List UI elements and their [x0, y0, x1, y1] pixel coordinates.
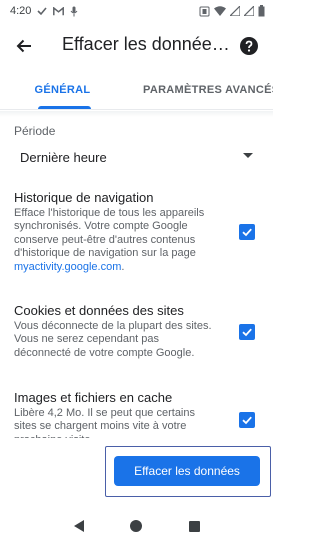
- help-icon: [240, 37, 258, 55]
- browsing-history-checkbox[interactable]: [239, 224, 255, 240]
- option-title: Cookies et données des sites: [14, 303, 184, 318]
- signal-icon: [230, 6, 240, 16]
- option-description: Libère 4,2 Mo. Il se peut que certains s…: [14, 407, 195, 438]
- option-browsing-history[interactable]: Historique de navigation Efface l'histor…: [14, 190, 259, 274]
- app-bar: Effacer les donnée…: [0, 22, 273, 70]
- myactivity-link[interactable]: myactivity.google.com: [14, 261, 121, 273]
- checkmark-icon: [242, 328, 252, 337]
- back-button[interactable]: [12, 34, 36, 58]
- tab-shadow: [0, 111, 273, 117]
- dropdown-arrow-icon: [243, 153, 253, 158]
- square-recents-icon: [188, 520, 200, 532]
- option-title: Historique de navigation: [14, 190, 154, 205]
- cached-images-checkbox[interactable]: [239, 412, 255, 428]
- tab-advanced-settings[interactable]: PARAMÈTRES AVANCÉS: [125, 70, 273, 109]
- help-button[interactable]: [237, 34, 261, 58]
- check-icon: [37, 6, 48, 16]
- nav-home-button[interactable]: [124, 514, 148, 538]
- cookies-checkbox[interactable]: [239, 324, 255, 340]
- option-cookies[interactable]: Cookies et données des sites Vous déconn…: [14, 303, 259, 360]
- option-cached-images[interactable]: Images et fichiers en cache Libère 4,2 M…: [14, 390, 259, 438]
- period-section: Période Dernière heure: [14, 124, 259, 167]
- triangle-back-icon: [73, 520, 84, 532]
- status-left: 4:20: [10, 5, 78, 17]
- tab-bar: GÉNÉRAL PARAMÈTRES AVANCÉS: [0, 70, 273, 110]
- option-description-text: Efface l'historique de tous les appareil…: [14, 207, 205, 260]
- system-nav-bar: [0, 506, 273, 546]
- mic-icon: [70, 6, 78, 17]
- nav-back-button[interactable]: [67, 514, 91, 538]
- status-right: [199, 5, 265, 17]
- nav-recents-button[interactable]: [182, 514, 206, 538]
- circle-home-icon: [130, 520, 143, 532]
- option-description: Efface l'historique de tous les appareil…: [14, 207, 214, 274]
- signal-icon: [244, 6, 254, 16]
- footer: Effacer les données: [0, 446, 273, 502]
- gmail-icon: [53, 6, 65, 16]
- option-description: Vous déconnecte de la plupart des sites.…: [14, 320, 212, 359]
- battery-icon: [258, 5, 265, 17]
- period-label: Période: [14, 124, 56, 138]
- period-dropdown[interactable]: Dernière heure: [14, 147, 259, 167]
- option-title: Images et fichiers en cache: [14, 390, 173, 405]
- period-value: Dernière heure: [20, 149, 107, 165]
- checkmark-icon: [242, 416, 252, 425]
- status-time: 4:20: [10, 5, 32, 17]
- arrow-back-icon: [16, 38, 32, 54]
- tab-general[interactable]: GÉNÉRAL: [0, 70, 125, 109]
- status-bar: 4:20: [0, 0, 273, 22]
- page-title: Effacer les donnée…: [62, 34, 230, 54]
- vibrate-icon: [199, 6, 210, 17]
- checkmark-icon: [242, 228, 252, 237]
- wifi-icon: [214, 6, 226, 16]
- option-description-suffix: .: [121, 260, 125, 273]
- clear-data-button[interactable]: Effacer les données: [114, 456, 260, 486]
